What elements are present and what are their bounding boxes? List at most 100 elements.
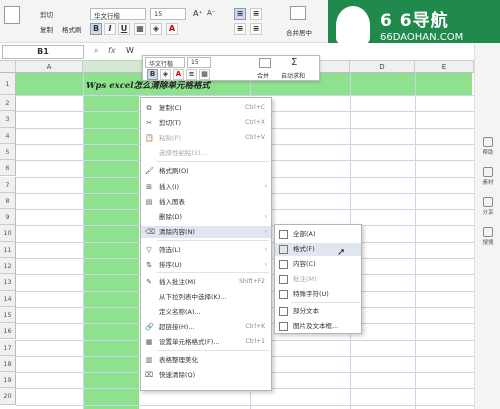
font-color-icon[interactable]: A <box>166 23 178 35</box>
mini-font-size-select[interactable]: 15 <box>187 57 211 68</box>
zoom-icon[interactable]: ⌕ <box>94 46 98 56</box>
context-menu-item[interactable]: 🔗 超链接(H)... Ctrl+K <box>141 321 271 333</box>
formula-input[interactable]: W <box>126 46 134 55</box>
border-icon[interactable]: ▦ <box>134 23 146 35</box>
context-menu-item[interactable]: 🖌 格式刷(O) <box>141 165 271 177</box>
context-menu-item[interactable]: ✎ 插入批注(M) Shift+F2 <box>141 276 271 288</box>
fill-color-icon[interactable]: ◈ <box>150 23 162 35</box>
sidebar-item-help[interactable]: 帮助 <box>475 137 500 156</box>
mini-border-icon[interactable]: ▦ <box>199 69 210 80</box>
sidebar-item-share[interactable]: 分享 <box>475 197 500 216</box>
row-header[interactable]: 9 <box>0 209 16 226</box>
name-box[interactable]: B1 <box>2 45 84 59</box>
font-family-select[interactable]: 华文行楷 <box>90 8 146 20</box>
mini-font-color-icon[interactable]: A <box>173 69 184 80</box>
row-header[interactable]: 8 <box>0 192 16 210</box>
context-menu-item[interactable]: ⌫ 清除内容(N) › <box>141 226 271 238</box>
menu-item-label: 插入批注(M) <box>159 278 196 286</box>
submenu-item[interactable]: 全部(A) <box>275 228 361 241</box>
menu-item-icon: 🖌 <box>145 167 154 175</box>
submenu-item[interactable]: 格式(F) <box>275 243 361 256</box>
submenu-item[interactable]: 图片及文本框... <box>275 320 361 333</box>
row-header[interactable]: 16 <box>0 323 16 340</box>
menu-item-label: 插入(I) <box>159 183 179 191</box>
context-menu-item[interactable]: 定义名称(A)... <box>141 306 271 318</box>
menu-item-shortcut: Ctrl+C <box>245 104 265 111</box>
row-header[interactable]: 19 <box>0 372 16 389</box>
column-header-d[interactable]: D <box>350 61 415 73</box>
copy-button[interactable]: 复制 <box>40 24 53 34</box>
column-header-a[interactable]: A <box>16 61 83 73</box>
context-menu-item[interactable]: ⌧ 快速清除(Q) <box>141 369 271 381</box>
grid-line <box>16 95 474 96</box>
mini-autosum-button[interactable]: 自动求和 <box>281 71 305 80</box>
row-header[interactable]: 2 <box>0 95 16 112</box>
context-menu-item[interactable]: 删除(D) › <box>141 211 271 223</box>
align-justify-button[interactable]: ≡ <box>250 23 262 35</box>
submenu-item[interactable]: 特殊字符(U) <box>275 288 361 301</box>
paste-icon[interactable] <box>4 6 20 24</box>
row-header[interactable]: 7 <box>0 176 16 193</box>
context-menu-item[interactable]: ✂ 剪切(T) Ctrl+X <box>141 117 271 129</box>
row-header[interactable]: 3 <box>0 111 16 128</box>
menu-item-icon <box>145 293 153 301</box>
row-header[interactable]: 6 <box>0 160 16 177</box>
context-menu-item[interactable]: ▤ 插入图表 <box>141 196 271 208</box>
merge-center-icon[interactable] <box>290 6 306 20</box>
mini-fill-icon[interactable]: ◈ <box>160 69 171 80</box>
row-header[interactable]: 10 <box>0 225 16 242</box>
sidebar-item-search[interactable]: 搜搜 <box>475 227 500 246</box>
mini-sum-icon[interactable]: Σ <box>291 57 297 68</box>
row-header[interactable]: 5 <box>0 143 16 161</box>
row-header[interactable]: 18 <box>0 355 16 373</box>
submenu-item[interactable]: 部分文本 <box>275 305 361 318</box>
font-size-select[interactable]: 15 <box>150 8 186 20</box>
sidebar-item-material[interactable]: 素材 <box>475 167 500 186</box>
mini-align-icon[interactable]: ≡ <box>186 69 197 80</box>
row-header[interactable]: 11 <box>0 241 16 258</box>
row-header[interactable]: 14 <box>0 290 16 307</box>
select-all-corner[interactable] <box>0 61 16 73</box>
submenu-item-icon <box>279 322 288 331</box>
row-header[interactable]: 15 <box>0 306 16 324</box>
column-header-e[interactable]: E <box>415 61 474 73</box>
row-header[interactable]: 4 <box>0 127 16 144</box>
context-menu-item[interactable]: ⇅ 排序(U) › <box>141 259 271 271</box>
grow-font-button[interactable]: A⁺ <box>193 9 203 18</box>
context-menu-item[interactable]: ⧉ 复制(C) Ctrl+C <box>141 102 271 114</box>
align-center-button[interactable]: ≡ <box>234 8 246 20</box>
submenu-item[interactable]: 内容(C) <box>275 258 361 271</box>
menu-item-icon <box>145 149 153 157</box>
mini-merge-button[interactable]: 合并 <box>257 71 269 80</box>
shrink-font-button[interactable]: A⁻ <box>207 9 215 17</box>
row-header[interactable]: 17 <box>0 339 16 356</box>
context-menu-item[interactable]: ▥ 表格整理美化 <box>141 354 271 366</box>
context-menu-item[interactable]: 📋 粘贴(P) Ctrl+V <box>141 132 271 144</box>
format-painter-button[interactable]: 格式刷 <box>62 24 82 34</box>
bold-button[interactable]: B <box>90 23 102 35</box>
align-left-button[interactable]: ≡ <box>234 23 246 35</box>
menu-item-icon <box>145 213 153 221</box>
italic-button[interactable]: I <box>104 23 116 35</box>
context-menu-item[interactable]: ▽ 筛选(L) › <box>141 244 271 256</box>
mini-bold-button[interactable]: B <box>147 69 158 80</box>
underline-button[interactable]: U <box>118 23 130 35</box>
row-header[interactable]: 20 <box>0 388 16 405</box>
row-header[interactable]: 13 <box>0 274 16 291</box>
cut-button[interactable]: 剪切 <box>40 9 53 19</box>
row-header[interactable]: 1 <box>0 73 16 95</box>
align-right-button[interactable]: ≡ <box>250 8 262 20</box>
mini-merge-icon[interactable] <box>259 58 271 68</box>
fx-label[interactable]: fx <box>108 46 116 55</box>
merge-center-button[interactable]: 合并居中 <box>286 27 312 37</box>
context-menu-item[interactable]: ▦ 设置单元格格式(F)... Ctrl+1 <box>141 336 271 348</box>
context-menu-item[interactable]: ⊞ 插入(I) › <box>141 181 271 193</box>
submenu-arrow-icon: › <box>264 246 267 253</box>
submenu-item[interactable]: 批注(M) <box>275 273 361 286</box>
submenu-item-label: 全部(A) <box>293 230 316 238</box>
context-menu-item[interactable]: 从下拉列表中选择(K)... <box>141 291 271 303</box>
row-header[interactable]: 12 <box>0 258 16 275</box>
context-menu-item[interactable]: 选择性粘贴(S)... <box>141 147 271 159</box>
mini-font-family-select[interactable]: 华文行楷 <box>145 57 185 68</box>
submenu-item-icon <box>279 290 288 299</box>
